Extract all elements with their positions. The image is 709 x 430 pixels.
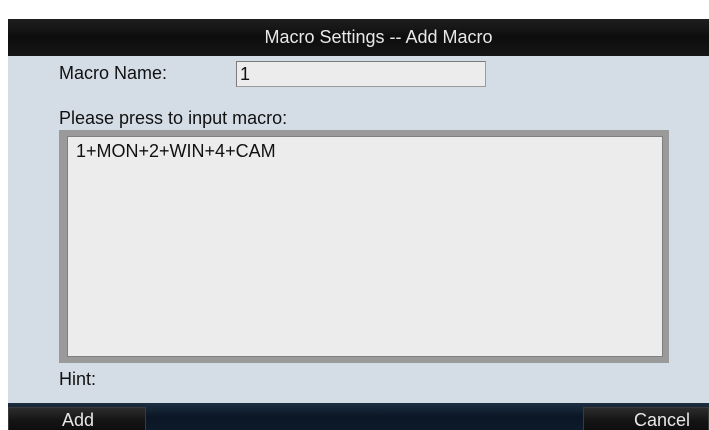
dialog-title: Macro Settings -- Add Macro [8,19,709,56]
macro-prompt-label: Please press to input macro: [59,108,288,128]
macro-sequence-text: 1+MON+2+WIN+4+CAM [76,141,276,161]
macro-sequence-frame: 1+MON+2+WIN+4+CAM [59,130,669,363]
macro-name-input[interactable] [236,61,486,87]
hint-label: Hint: [59,369,97,389]
add-button[interactable]: Add [8,407,146,430]
cancel-button[interactable]: Cancel [583,407,709,430]
bottom-button-bar: Add Cancel [8,403,709,430]
macro-settings-dialog: Macro Settings -- Add Macro Macro Name: … [8,19,709,430]
macro-sequence-box[interactable]: 1+MON+2+WIN+4+CAM [67,136,663,357]
macro-name-label: Macro Name: [59,63,168,83]
